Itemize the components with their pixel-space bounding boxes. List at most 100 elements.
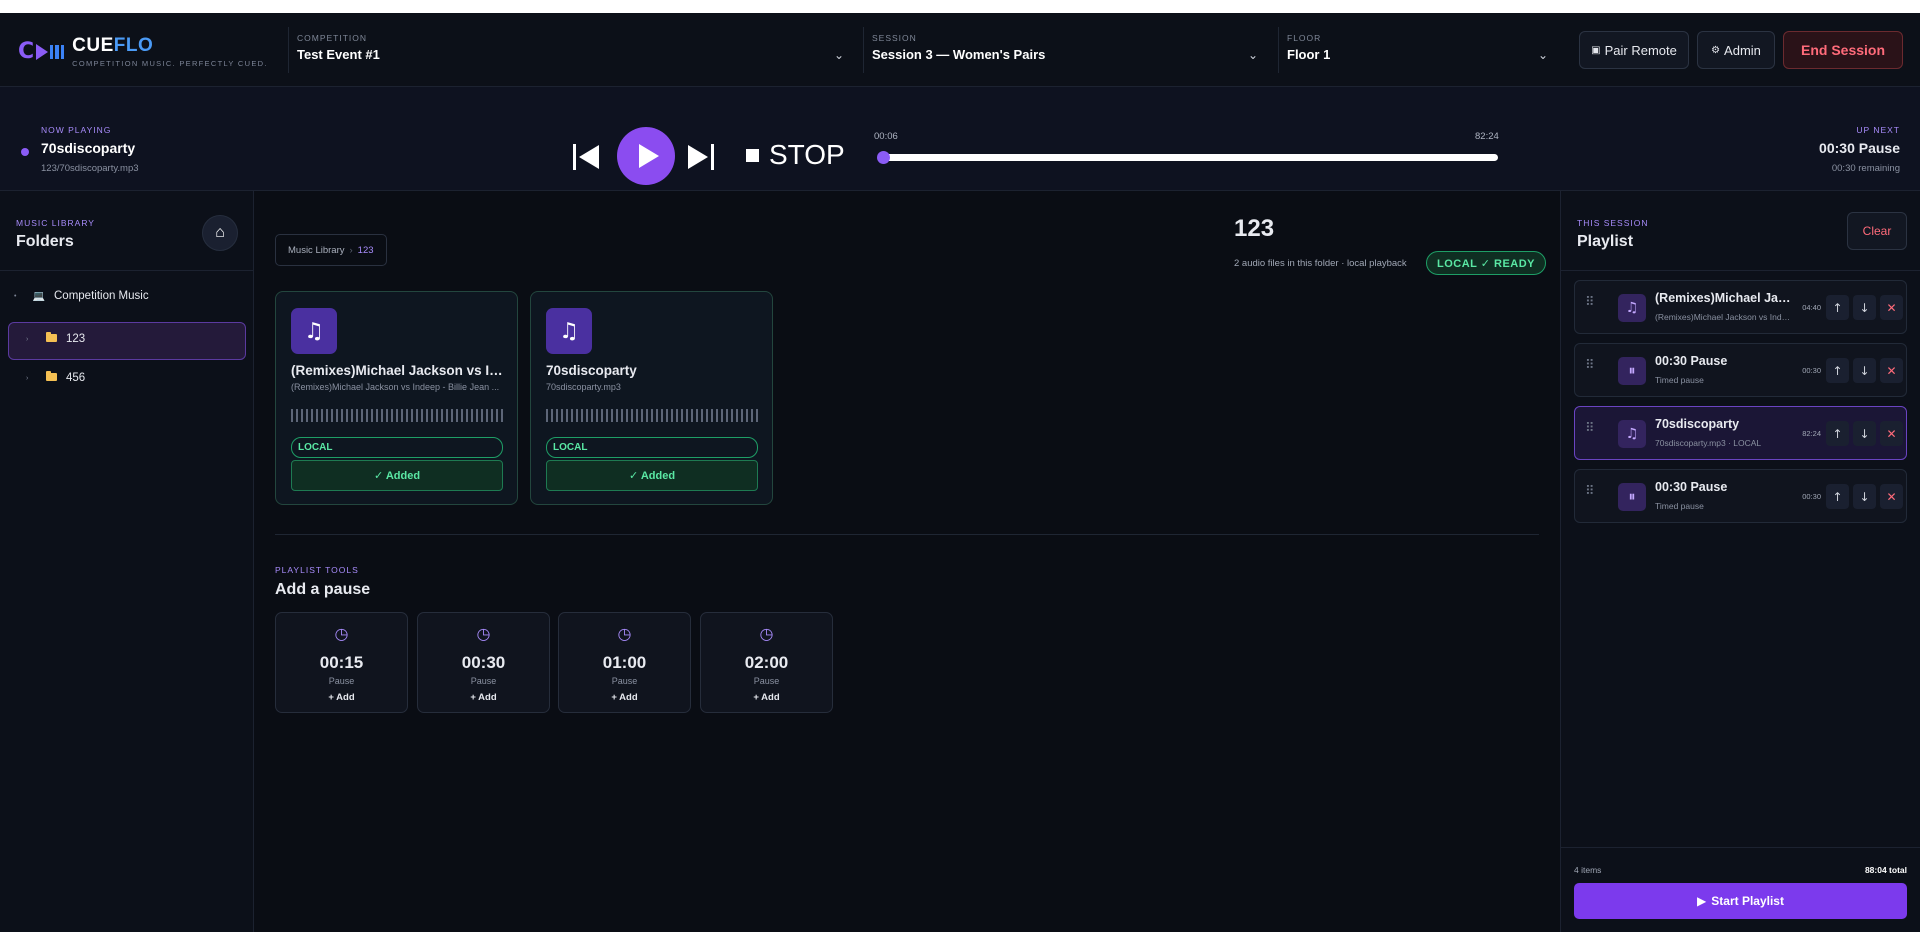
add-pause-button[interactable]: + Add [276, 692, 407, 703]
app-tagline: COMPETITION MUSIC. PERFECTLY CUED. [72, 59, 268, 68]
playlist-item-sub: Timed pause [1655, 375, 1704, 385]
move-up-button[interactable]: ↑ [1826, 484, 1849, 509]
playlist-item[interactable]: ⠿ ⏸ 00:30 Pause Timed pause 00:30 ↑ ↓ ✕ [1574, 343, 1907, 397]
added-button[interactable]: ✓ Added [291, 460, 503, 491]
cueflo-logo-icon: C [18, 39, 65, 64]
playlist-total: 88:04 total [1864, 865, 1907, 875]
drag-handle-icon[interactable]: ⠿ [1585, 358, 1595, 373]
pause-card-30s[interactable]: ◷ 00:30 Pause + Add [417, 612, 550, 713]
add-pause-button[interactable]: + Add [418, 692, 549, 703]
up-next-label: UP NEXT [1856, 125, 1900, 135]
floor-select[interactable]: FLOOR Floor 1 ⌄ [1278, 27, 1548, 73]
music-note-icon: ♫ [1618, 294, 1646, 322]
floor-label: FLOOR [1287, 33, 1322, 43]
pause-label: Pause [611, 676, 638, 686]
local-badge: LOCAL [546, 437, 758, 458]
admin-button[interactable]: ⚙ Admin [1697, 31, 1775, 69]
playlist-item[interactable]: ⠿ ♫ (Remixes)Michael Jackson vs Indeep -… [1574, 280, 1907, 334]
add-pause-button[interactable]: + Add [559, 692, 690, 703]
breadcrumb: Music Library › 123 [275, 234, 387, 266]
folder-title: 123 [1234, 215, 1275, 242]
track-title: 70sdiscoparty [546, 363, 637, 378]
pair-remote-label: Pair Remote [1604, 42, 1677, 58]
progress-handle[interactable] [876, 151, 890, 164]
home-button[interactable]: ⌂ [202, 215, 238, 251]
clock-icon: ◷ [759, 624, 774, 643]
progress-track[interactable] [878, 154, 1498, 161]
local-badge: LOCAL [291, 437, 503, 458]
previous-track-button[interactable] [573, 140, 603, 174]
move-down-button[interactable]: ↓ [1853, 421, 1876, 446]
stop-icon [746, 148, 759, 162]
skip-back-icon [573, 144, 576, 170]
library-sidebar: MUSIC LIBRARY Folders ⌂ [0, 191, 254, 932]
playlist-item-title: (Remixes)Michael Jackson vs Indeep - Bil… [1655, 291, 1792, 305]
remove-item-button[interactable]: ✕ [1880, 484, 1903, 509]
tree-item-competition-music[interactable]: • 💻 Competition Music [14, 290, 149, 302]
app-name: CUEFLO [72, 35, 154, 56]
track-filename: (Remixes)Michael Jackson vs Indeep - Bil… [291, 382, 500, 392]
app-logo[interactable]: C CUEFLO COMPETITION MUSIC. PERFECTLY CU… [18, 35, 268, 68]
session-value: Session 3 — Women's Pairs [872, 47, 1046, 62]
pause-icon: ⏸ [1618, 483, 1646, 511]
folder-icon [45, 370, 57, 381]
computer-icon: 💻 [32, 290, 46, 302]
chevron-down-icon: ⌄ [1537, 48, 1548, 62]
remove-item-button[interactable]: ✕ [1880, 358, 1903, 383]
stop-button[interactable]: STOP [746, 138, 845, 172]
track-card[interactable]: ♫ (Remixes)Michael Jackson vs Indeep - B… [275, 291, 518, 505]
playlist-item-title: 00:30 Pause [1655, 354, 1728, 368]
clear-playlist-button[interactable]: Clear [1847, 212, 1907, 250]
move-down-button[interactable]: ↓ [1853, 358, 1876, 383]
pair-remote-button[interactable]: ▣ Pair Remote [1579, 31, 1689, 69]
competition-select[interactable]: COMPETITION Test Event #1 ⌄ [288, 27, 844, 73]
breadcrumb-root[interactable]: Music Library [288, 245, 345, 256]
move-up-button[interactable]: ↑ [1826, 358, 1849, 383]
move-up-button[interactable]: ↑ [1826, 295, 1849, 320]
clock-icon: ◷ [334, 624, 349, 643]
add-pause-button[interactable]: + Add [701, 692, 832, 703]
competition-label: COMPETITION [297, 33, 368, 43]
drag-handle-icon[interactable]: ⠿ [1585, 295, 1595, 310]
tree-item-456[interactable]: › 456 [26, 370, 85, 384]
remove-item-button[interactable]: ✕ [1880, 295, 1903, 320]
caret-icon: • [14, 292, 17, 300]
caret-icon: › [26, 335, 29, 343]
caret-icon: › [26, 374, 29, 382]
added-button[interactable]: ✓ Added [546, 460, 758, 491]
pause-card-1m[interactable]: ◷ 01:00 Pause + Add [558, 612, 691, 713]
playlist-footer: 4 items 88:04 total ▶ Start Playlist [1561, 847, 1920, 932]
drag-handle-icon[interactable]: ⠿ [1585, 484, 1595, 499]
track-card[interactable]: ♫ 70sdiscoparty 70sdiscoparty.mp3 LOCAL … [530, 291, 773, 505]
play-icon: ▶ [1697, 894, 1707, 908]
playlist-item-sub: 70sdiscoparty.mp3 · LOCAL [1655, 438, 1762, 448]
move-down-button[interactable]: ↓ [1853, 484, 1876, 509]
playlist-panel: THIS SESSION Playlist Clear ⠿ ♫ (Remixes… [1560, 191, 1920, 932]
tree-item-123[interactable]: › 123 [26, 331, 85, 345]
floor-value: Floor 1 [1287, 47, 1331, 62]
pause-label: Pause [470, 676, 497, 686]
drag-handle-icon[interactable]: ⠿ [1585, 421, 1595, 436]
pause-card-15s[interactable]: ◷ 00:15 Pause + Add [275, 612, 408, 713]
now-playing-path: 123/70sdiscoparty.mp3 [41, 163, 139, 174]
music-note-icon: ♫ [546, 308, 592, 354]
total-time: 82:24 [1475, 131, 1499, 142]
end-session-button[interactable]: End Session [1783, 31, 1903, 69]
session-select[interactable]: SESSION Session 3 — Women's Pairs ⌄ [863, 27, 1258, 73]
playlist-item-sub: Timed pause [1655, 501, 1704, 511]
playlist-item-active[interactable]: ⠿ ♫ 70sdiscoparty 70sdiscoparty.mp3 · LO… [1574, 406, 1907, 460]
move-down-button[interactable]: ↓ [1853, 295, 1876, 320]
pause-duration: 00:15 [319, 653, 364, 672]
folder-subtitle: 2 audio files in this folder · local pla… [1234, 258, 1407, 269]
move-up-button[interactable]: ↑ [1826, 421, 1849, 446]
up-next-title: 00:30 Pause [1819, 140, 1900, 156]
play-button[interactable] [617, 127, 675, 185]
playlist-item[interactable]: ⠿ ⏸ 00:30 Pause Timed pause 00:30 ↑ ↓ ✕ [1574, 469, 1907, 523]
playlist-item-duration: 04:40 [1802, 303, 1821, 312]
start-playlist-button[interactable]: ▶ Start Playlist [1574, 883, 1907, 919]
next-track-button[interactable] [688, 140, 718, 174]
breadcrumb-separator: › [349, 244, 353, 256]
folder-icon [45, 331, 57, 342]
remove-item-button[interactable]: ✕ [1880, 421, 1903, 446]
pause-card-2m[interactable]: ◷ 02:00 Pause + Add [700, 612, 833, 713]
